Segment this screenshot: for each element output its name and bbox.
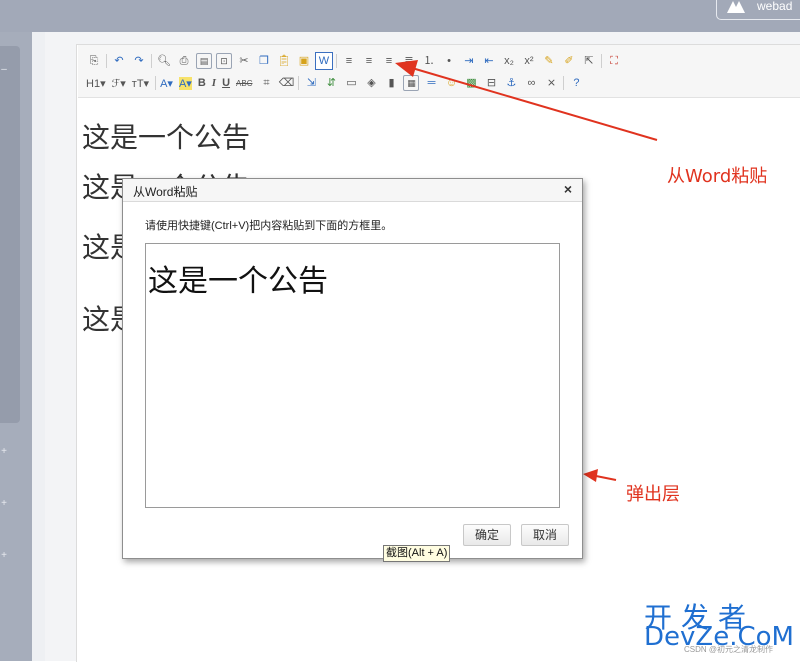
annotation-word-paste: 从Word粘贴: [667, 166, 768, 187]
screenshot-tooltip: 截图(Alt + A): [383, 545, 451, 562]
cancel-button[interactable]: 取消: [521, 524, 569, 546]
dialog-titlebar[interactable]: 从Word粘贴 ×: [123, 179, 582, 202]
annotation-popup: 弹出层: [626, 484, 680, 505]
paste-textarea[interactable]: 这是一个公告: [145, 243, 560, 508]
popup-arrow: [583, 469, 617, 482]
paste-from-word-dialog: 从Word粘贴 × 请使用快捷键(Ctrl+V)把内容粘贴到下面的方框里。 这是…: [122, 178, 583, 559]
watermark-credit: CSDN @初元之清龙制作: [684, 645, 774, 654]
dialog-title: 从Word粘贴: [133, 185, 198, 199]
word-paste-arrow: [395, 60, 658, 141]
watermark: 开发者 DevZe.CoM CSDN @初元之清龙制作: [644, 596, 800, 661]
close-icon[interactable]: ×: [564, 181, 572, 197]
dialog-instruction: 请使用快捷键(Ctrl+V)把内容粘贴到下面的方框里。: [145, 220, 393, 232]
pasted-content: 这是一个公告: [148, 264, 328, 299]
ok-button[interactable]: 确定: [463, 524, 511, 546]
